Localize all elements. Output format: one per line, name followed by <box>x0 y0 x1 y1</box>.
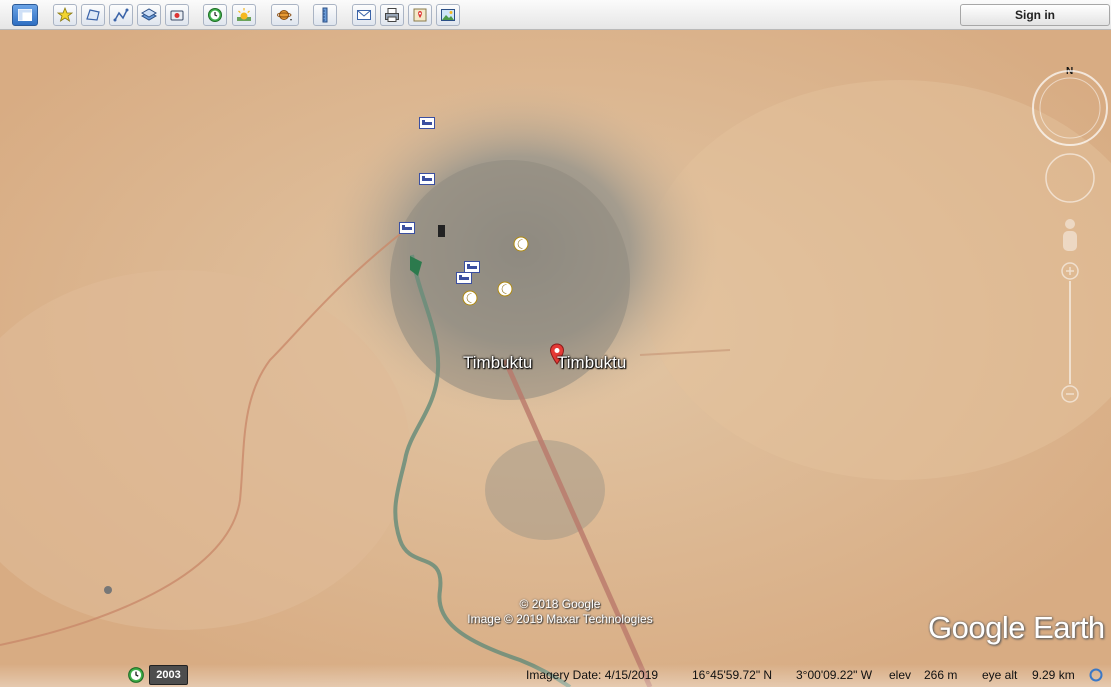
add-placemark-button[interactable] <box>53 4 77 26</box>
map-view[interactable]: Timbuktu Timbuktu © 2018 Google Image © … <box>0 30 1111 687</box>
ruler-button[interactable] <box>313 4 337 26</box>
save-image-icon <box>441 9 455 21</box>
planets-button[interactable] <box>271 4 299 26</box>
add-polygon-button[interactable] <box>81 4 105 26</box>
mosque-icon[interactable] <box>513 236 529 257</box>
hotel-icon[interactable] <box>399 221 415 239</box>
clock-icon <box>208 8 222 22</box>
maps-icon <box>413 8 427 22</box>
sun-icon <box>237 8 251 21</box>
ruler-icon <box>322 7 328 23</box>
eye-altitude-label: eye alt <box>982 668 1018 682</box>
historical-imagery-button[interactable] <box>203 4 227 26</box>
street-view-pegman-icon[interactable] <box>1063 219 1077 251</box>
hotel-icon[interactable] <box>419 172 435 190</box>
latitude-readout: 16°45'59.72" N <box>692 668 773 682</box>
navigation-controls: N <box>1030 66 1110 406</box>
google-earth-logo: Google Earth <box>928 610 1105 645</box>
sign-in-button[interactable]: Sign in <box>960 4 1110 26</box>
copyright-line: © 2018 Google <box>519 597 601 611</box>
hotel-icon[interactable] <box>456 271 472 289</box>
planet-icon <box>277 10 292 21</box>
look-joystick[interactable] <box>1045 153 1095 203</box>
add-image-overlay-button[interactable] <box>137 4 161 26</box>
mosque-icon[interactable] <box>462 290 478 311</box>
mosque-icon[interactable] <box>497 281 513 302</box>
zoom-slider[interactable] <box>1061 262 1079 403</box>
elevation-label: elev <box>889 668 912 682</box>
overlay-icon <box>141 8 157 21</box>
longitude-readout: 3°00'09.22" W <box>796 668 873 682</box>
print-icon <box>385 8 399 22</box>
elevation-value: 266 m <box>924 668 958 682</box>
print-button[interactable] <box>380 4 404 26</box>
hotel-icon[interactable] <box>419 116 435 134</box>
email-icon <box>357 10 371 20</box>
sidebar-icon <box>18 9 32 21</box>
record-tour-button[interactable] <box>165 4 189 26</box>
view-in-maps-button[interactable] <box>408 4 432 26</box>
place-label[interactable]: Timbuktu <box>463 353 532 373</box>
path-icon <box>113 8 129 22</box>
clock-icon[interactable] <box>127 666 145 684</box>
eye-altitude-value: 9.29 km <box>1032 668 1075 682</box>
record-tour-icon <box>170 10 184 21</box>
sidebar-toggle-button[interactable] <box>12 4 38 26</box>
sunlight-button[interactable] <box>232 4 256 26</box>
copyright-notice: © 2018 Google Image © 2019 Maxar Technol… <box>440 597 680 627</box>
polygon-icon <box>86 9 100 21</box>
historical-year-badge[interactable]: 2003 <box>149 665 188 685</box>
save-image-button[interactable] <box>436 4 460 26</box>
place-label[interactable]: Timbuktu <box>557 353 626 373</box>
copyright-line: Image © 2019 Maxar Technologies <box>467 612 653 626</box>
email-button[interactable] <box>352 4 376 26</box>
placemark-icon <box>57 7 73 22</box>
toolbar: Sign in <box>0 0 1111 30</box>
add-path-button[interactable] <box>109 4 133 26</box>
streaming-status-icon <box>1089 668 1103 682</box>
imagery-date: Imagery Date: 4/15/2019 <box>526 668 659 682</box>
compass-ring[interactable] <box>1032 70 1108 146</box>
